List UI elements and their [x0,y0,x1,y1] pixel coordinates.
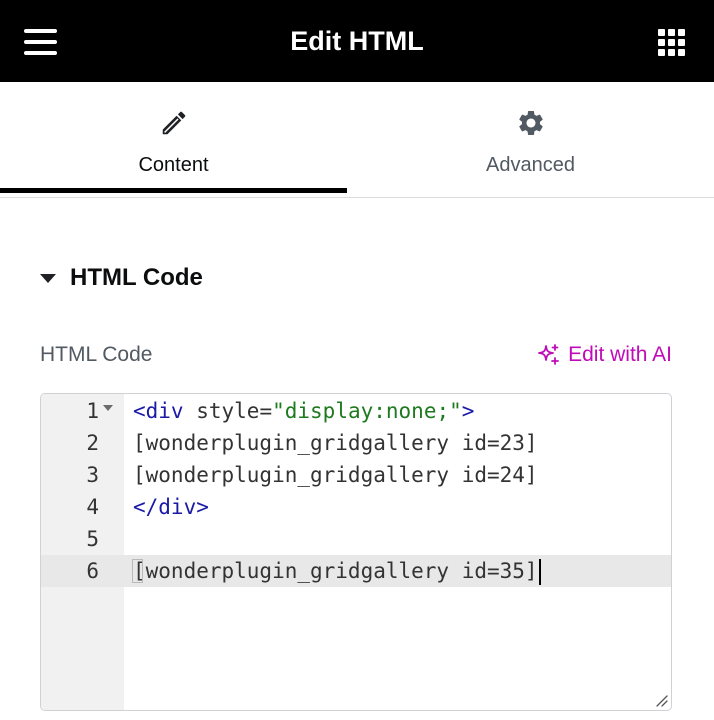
section-title: HTML Code [70,264,203,291]
panel-title: Edit HTML [290,26,424,56]
tab-content-label: Content [138,154,209,176]
sparkle-icon [538,344,560,365]
code-line-row[interactable]: 1 <div style="display:none;"> [41,395,671,427]
active-code-line-row[interactable]: 6 [wonderplugin_gridgallery id=35] [41,555,671,587]
code-line: [wonderplugin_gridgallery id=35] [133,559,538,583]
tab-advanced[interactable]: Advanced [357,82,704,197]
section-toggle-html-code[interactable]: HTML Code [40,258,203,298]
gear-icon [518,111,543,135]
editor-header: Edit HTML [0,0,714,82]
line-number: 3 [86,463,99,487]
edit-with-ai-button[interactable]: Edit with AI [537,343,672,367]
code-line: <div style="display:none;"> [133,399,475,423]
html-code-editor[interactable]: 1 <div style="display:none;"> 2 [wonderp… [40,393,672,711]
pencil-icon [162,111,185,135]
code-line: [wonderplugin_gridgallery id=24] [133,463,538,487]
matching-bracket-highlight [132,559,143,583]
grid-icon[interactable] [658,29,686,57]
code-line: [wonderplugin_gridgallery id=23] [133,431,538,455]
line-number: 4 [86,495,99,519]
hamburger-icon[interactable] [24,29,57,55]
fold-arrow-icon[interactable] [103,405,113,411]
html-code-field-label: HTML Code [40,343,153,366]
text-cursor [539,559,541,585]
code-line: </div> [133,495,209,519]
line-number: 2 [86,431,99,455]
tab-content[interactable]: Content [0,82,347,197]
line-number: 6 [86,559,99,583]
code-line-row[interactable]: 4 </div> [41,491,671,523]
tab-advanced-label: Advanced [486,154,575,176]
edit-with-ai-label: Edit with AI [568,343,672,366]
panel-tabs: Content Advanced [0,82,714,198]
line-number: 5 [86,527,99,551]
line-number: 1 [86,399,99,423]
code-line-row[interactable]: 2 [wonderplugin_gridgallery id=23] [41,427,671,459]
resize-handle-icon[interactable] [654,693,668,707]
caret-down-icon [40,273,56,283]
code-line-row[interactable]: 5 [41,523,671,555]
code-line-row[interactable]: 3 [wonderplugin_gridgallery id=24] [41,459,671,491]
active-tab-indicator [0,188,347,193]
